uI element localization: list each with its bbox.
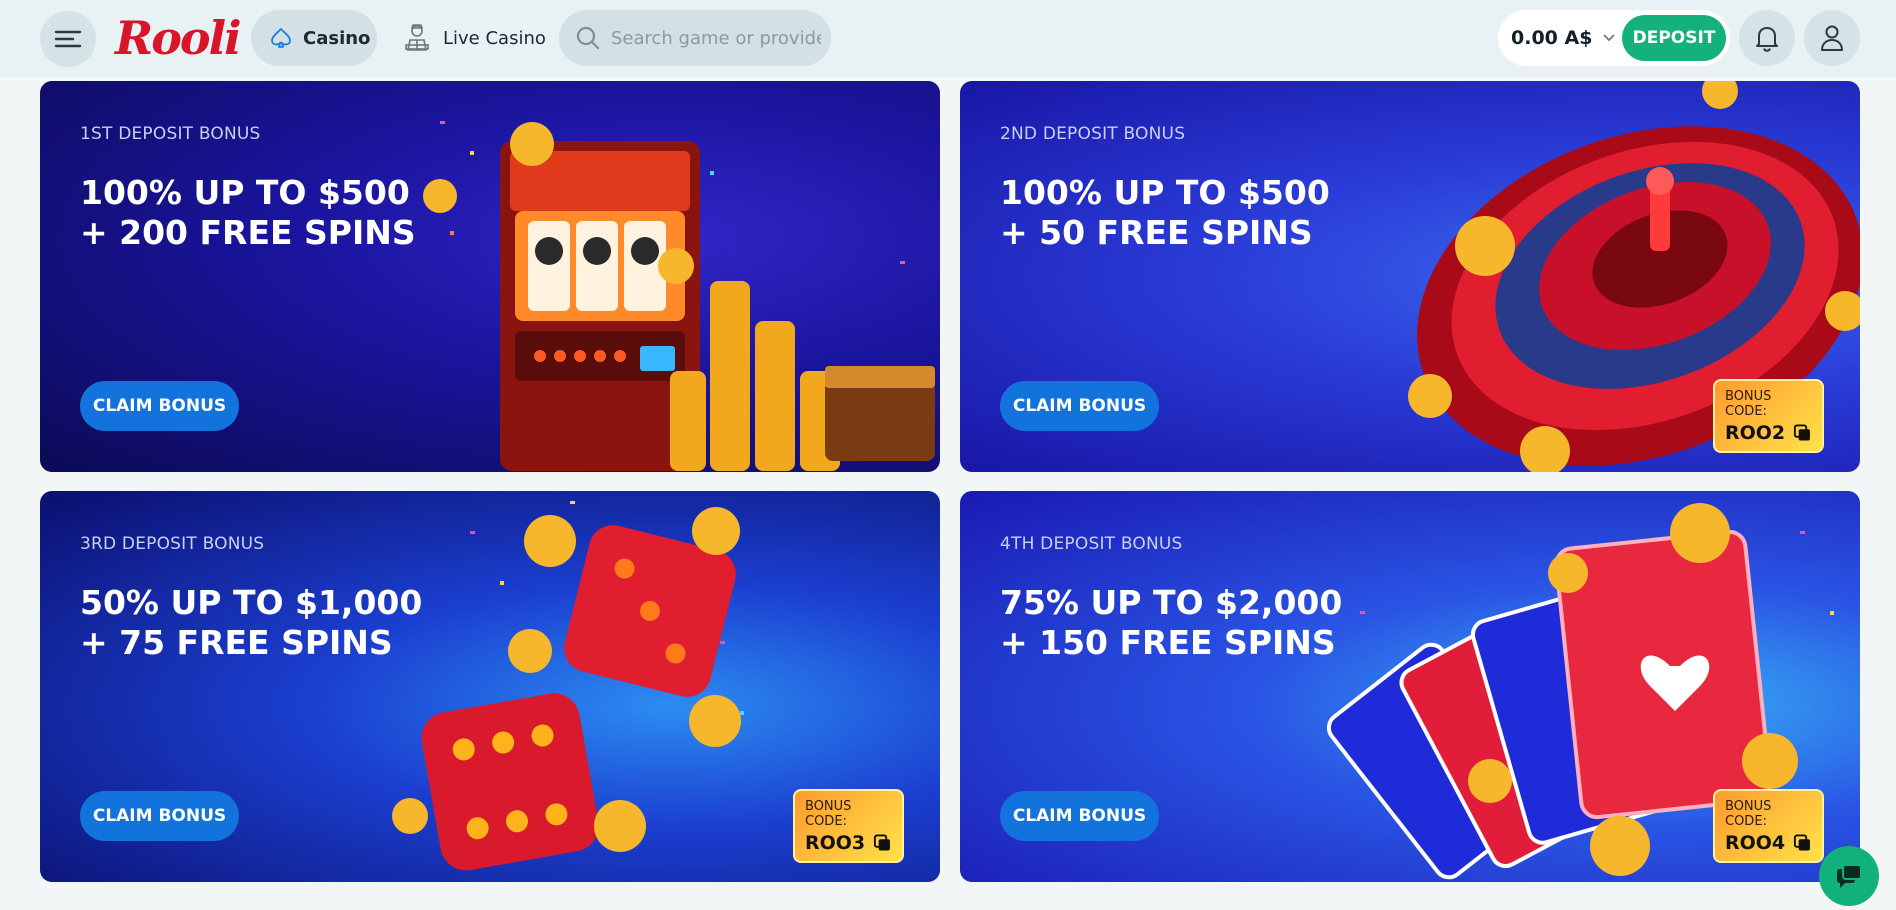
bonus-code-label: BONUS CODE: bbox=[1725, 389, 1772, 419]
bonus-code-box[interactable]: BONUS CODE: ROO4 bbox=[1713, 789, 1824, 863]
bonus-code-label: BONUS CODE: bbox=[1725, 799, 1772, 829]
nav-casino-label: Casino bbox=[303, 27, 371, 49]
copy-icon[interactable] bbox=[873, 833, 892, 853]
search-input[interactable] bbox=[611, 27, 821, 49]
wallet: 0.00 A$ DEPOSIT bbox=[1498, 10, 1730, 66]
card-title: 100% UP TO $500 + 200 FREE SPINS bbox=[80, 173, 416, 253]
promo-card-2[interactable]: 2ND DEPOSIT BONUS 100% UP TO $500 + 50 F… bbox=[960, 81, 1860, 472]
notifications-button[interactable] bbox=[1739, 10, 1795, 66]
live-chat-button[interactable] bbox=[1819, 846, 1879, 906]
balance-dropdown[interactable]: 0.00 A$ bbox=[1511, 10, 1616, 66]
card-title-line-2: + 150 FREE SPINS bbox=[1000, 623, 1336, 662]
balance-value: 0.00 A$ bbox=[1511, 27, 1593, 49]
logo[interactable]: Rooli bbox=[115, 10, 242, 66]
bonus-code-value: ROO3 bbox=[805, 832, 866, 854]
nav-live-casino-label: Live Casino bbox=[443, 27, 546, 49]
promo-card-4[interactable]: 4TH DEPOSIT BONUS 75% UP TO $2,000 + 150… bbox=[960, 491, 1860, 882]
bonus-code-label: BONUS CODE: bbox=[805, 799, 852, 829]
claim-bonus-button[interactable]: CLAIM BONUS bbox=[80, 381, 239, 431]
hamburger-icon bbox=[54, 30, 82, 48]
deposit-button[interactable]: DEPOSIT bbox=[1622, 15, 1726, 61]
card-title: 100% UP TO $500 + 50 FREE SPINS bbox=[1000, 173, 1330, 253]
chevron-down-icon bbox=[1603, 34, 1616, 42]
bell-icon bbox=[1756, 27, 1778, 52]
copy-icon[interactable] bbox=[1793, 423, 1812, 443]
search-box[interactable] bbox=[559, 10, 831, 66]
promo-card-3[interactable]: 3RD DEPOSIT BONUS 50% UP TO $1,000 + 75 … bbox=[40, 491, 940, 882]
card-title-line-1: 75% UP TO $2,000 bbox=[1000, 583, 1343, 622]
card-subtitle: 3RD DEPOSIT BONUS bbox=[80, 534, 265, 554]
profile-button[interactable] bbox=[1804, 10, 1860, 66]
claim-bonus-button[interactable]: CLAIM BONUS bbox=[1000, 381, 1159, 431]
dealer-icon bbox=[405, 24, 429, 51]
card-subtitle: 1ST DEPOSIT BONUS bbox=[80, 124, 261, 144]
claim-bonus-button[interactable]: CLAIM BONUS bbox=[1000, 791, 1159, 841]
card-subtitle: 4TH DEPOSIT BONUS bbox=[1000, 534, 1183, 554]
bonus-code-value: ROO4 bbox=[1725, 832, 1786, 854]
bonus-code-box[interactable]: BONUS CODE: ROO3 bbox=[793, 789, 904, 863]
card-title-line-1: 100% UP TO $500 bbox=[1000, 173, 1330, 212]
copy-icon[interactable] bbox=[1793, 833, 1812, 853]
bonus-code-value: ROO2 bbox=[1725, 422, 1786, 444]
bonus-code-box[interactable]: BONUS CODE: ROO2 bbox=[1713, 379, 1824, 453]
menu-button[interactable] bbox=[40, 11, 96, 67]
card-title-line-1: 50% UP TO $1,000 bbox=[80, 583, 423, 622]
card-title-line-1: 100% UP TO $500 bbox=[80, 173, 410, 212]
spade-icon bbox=[271, 28, 291, 48]
top-header: Rooli Casino Live Casino 0.00 A$ DEPOSIT bbox=[0, 0, 1896, 77]
slot-machine-illustration bbox=[423, 121, 935, 471]
card-title-line-2: + 75 FREE SPINS bbox=[80, 623, 393, 662]
card-subtitle: 2ND DEPOSIT BONUS bbox=[1000, 124, 1186, 144]
card-title: 75% UP TO $2,000 + 150 FREE SPINS bbox=[1000, 583, 1342, 663]
promo-card-1[interactable]: 1ST DEPOSIT BONUS 100% UP TO $500 + 200 … bbox=[40, 81, 940, 472]
search-icon bbox=[576, 26, 600, 50]
chat-icon bbox=[1837, 864, 1862, 888]
nav-casino[interactable]: Casino bbox=[251, 10, 377, 66]
user-icon bbox=[1821, 25, 1843, 51]
claim-bonus-button[interactable]: CLAIM BONUS bbox=[80, 791, 239, 841]
card-title-line-2: + 50 FREE SPINS bbox=[1000, 213, 1313, 252]
nav-live-casino[interactable]: Live Casino bbox=[397, 10, 546, 66]
card-title: 50% UP TO $1,000 + 75 FREE SPINS bbox=[80, 583, 422, 663]
card-title-line-2: + 200 FREE SPINS bbox=[80, 213, 416, 252]
